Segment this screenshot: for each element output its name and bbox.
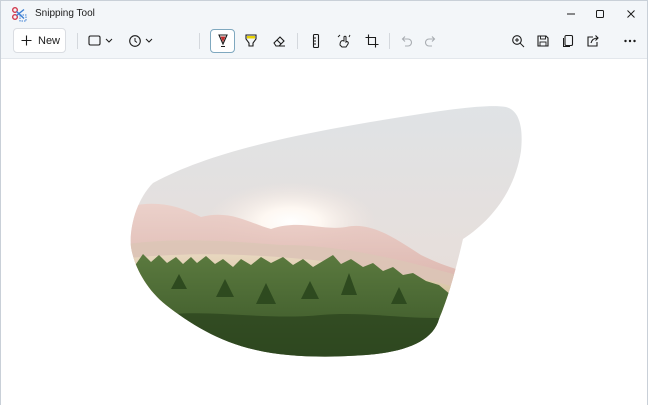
pen-icon <box>217 34 228 47</box>
snipping-tool-logo-icon <box>11 6 27 22</box>
zoom-in-icon <box>512 35 525 48</box>
save-icon <box>537 35 549 47</box>
toolbar-divider <box>389 33 390 49</box>
copy-icon <box>563 34 574 47</box>
maximize-icon <box>596 10 604 18</box>
see-more-button[interactable] <box>618 29 642 53</box>
share-icon <box>587 35 599 47</box>
window-title: Snipping Tool <box>35 8 95 19</box>
eraser-icon <box>273 36 285 47</box>
toolbar-divider <box>77 33 78 49</box>
redo-icon <box>424 36 436 47</box>
minimize-button[interactable] <box>556 1 586 27</box>
toolbar-divider <box>297 33 298 49</box>
save-button[interactable] <box>531 29 555 53</box>
maximize-button[interactable] <box>585 1 615 27</box>
toolbar-divider <box>199 33 200 49</box>
ballpoint-pen-button[interactable] <box>210 29 235 53</box>
copy-button[interactable] <box>556 29 580 53</box>
freeform-snip-image <box>130 106 522 357</box>
clock-icon <box>129 35 153 47</box>
minimize-icon <box>567 13 575 15</box>
undo-icon <box>401 36 413 47</box>
zoom-button[interactable] <box>506 29 530 53</box>
crop-button[interactable] <box>360 29 384 53</box>
highlighter-button[interactable] <box>239 29 263 53</box>
ruler-icon <box>312 33 320 49</box>
close-button[interactable] <box>616 1 646 27</box>
more-icon <box>624 39 636 43</box>
toolbar: New <box>1 27 647 59</box>
snip-mode-dropdown[interactable] <box>85 29 117 53</box>
touch-writing-icon <box>337 34 351 48</box>
title-bar[interactable]: Snipping Tool <box>1 1 647 27</box>
plus-icon <box>21 35 32 46</box>
new-snip-button[interactable]: New <box>13 28 66 53</box>
highlighter-icon <box>245 34 257 47</box>
delay-dropdown[interactable] <box>125 29 157 53</box>
close-icon <box>627 10 635 18</box>
undo-button[interactable] <box>394 29 418 53</box>
eraser-button[interactable] <box>267 29 291 53</box>
rectangle-icon <box>88 35 113 46</box>
redo-button[interactable] <box>419 29 443 53</box>
snip-canvas[interactable] <box>1 59 647 405</box>
new-snip-label: New <box>38 34 61 47</box>
snipping-tool-window: Snipping Tool New <box>0 0 648 405</box>
touch-writing-button[interactable] <box>332 29 356 53</box>
crop-icon <box>365 34 379 48</box>
share-button[interactable] <box>581 29 605 53</box>
ruler-button[interactable] <box>304 29 328 53</box>
